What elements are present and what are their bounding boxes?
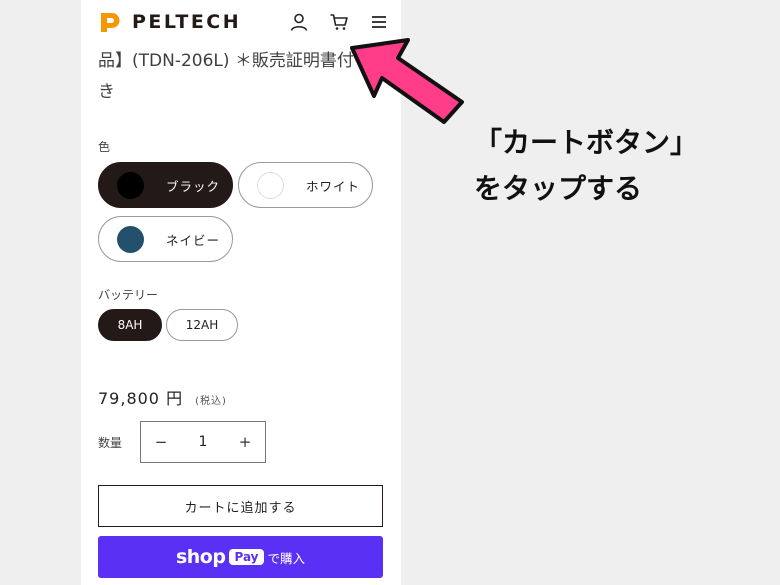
add-to-cart-button[interactable]: カートに追加する — [98, 485, 383, 527]
pointer-arrow-icon — [350, 38, 464, 124]
color-option-white[interactable]: ホワイト — [238, 162, 373, 208]
quantity-stepper: − 1 + — [140, 421, 266, 463]
price-tax-note: (税込) — [195, 396, 227, 407]
price-value: 79,800 円 — [98, 389, 184, 408]
shop-pay-button[interactable]: shop Pay で購入 — [98, 536, 383, 578]
color-option-label: 色 — [98, 140, 111, 154]
battery-option-8ah[interactable]: 8AH — [98, 309, 162, 341]
shop-pay-label: で購入 — [267, 550, 306, 566]
price: 79,800 円 (税込) — [98, 385, 227, 409]
shop-pay-wordmark: shop — [175, 546, 226, 568]
color-option-label-navy: ネイビー — [166, 232, 221, 248]
color-option-label-white: ホワイト — [306, 178, 361, 194]
swatch-white — [257, 171, 284, 199]
shop-pay-badge: Pay — [229, 549, 264, 565]
color-option-label-black: ブラック — [166, 178, 221, 194]
battery-option-12ah[interactable]: 12AH — [166, 309, 238, 341]
brand-name: PELTECH — [132, 11, 242, 33]
quantity-input[interactable]: 1 — [181, 434, 225, 450]
color-option-black[interactable]: ブラック — [98, 162, 233, 208]
menu-icon[interactable] — [369, 12, 389, 32]
swatch-black — [117, 171, 144, 199]
account-icon[interactable] — [289, 12, 309, 32]
quantity-plus-button[interactable]: + — [225, 433, 265, 451]
cart-icon[interactable] — [329, 12, 349, 32]
swatch-navy — [117, 225, 144, 253]
battery-option-label: バッテリー — [98, 288, 159, 302]
color-option-navy[interactable]: ネイビー — [98, 216, 233, 262]
brand-logo[interactable]: PELTECH — [98, 10, 241, 34]
quantity-label: 数量 — [98, 436, 123, 450]
quantity-minus-button[interactable]: − — [141, 433, 181, 451]
instruction-annotation: 「カートボタン」 をタップする — [474, 126, 699, 205]
logo-mark-icon — [101, 13, 120, 32]
